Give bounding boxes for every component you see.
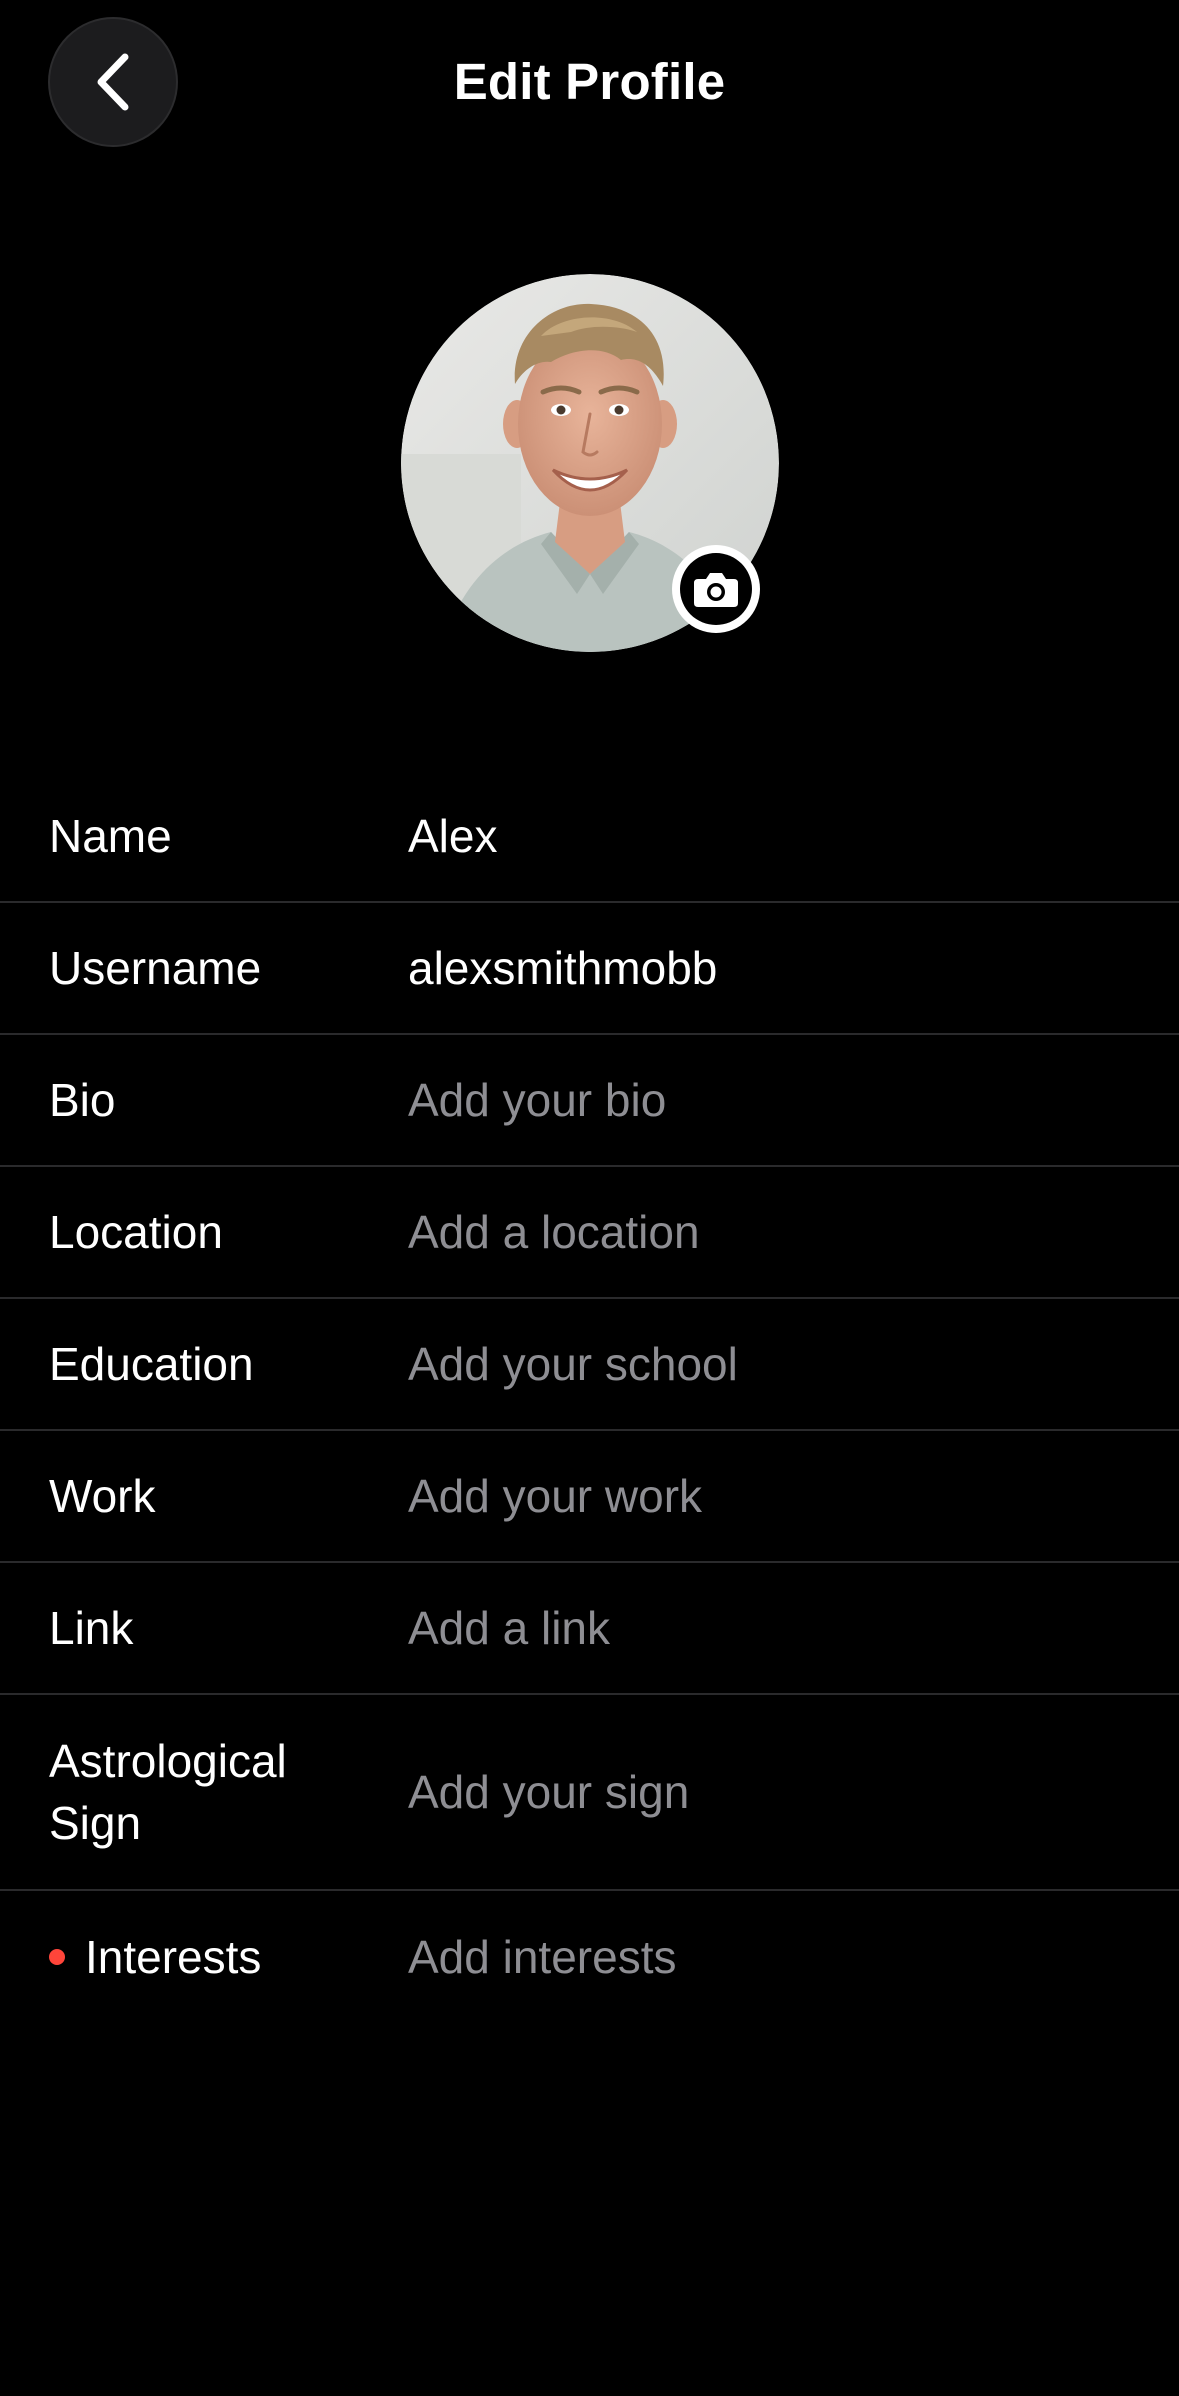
name-label: Name bbox=[49, 810, 172, 862]
link-label: Link bbox=[49, 1602, 134, 1654]
astrological-sign-field[interactable]: Add your sign bbox=[408, 1761, 1179, 1823]
interests-row[interactable]: Interests Add interests bbox=[0, 1891, 1179, 2023]
education-field[interactable]: Add your school bbox=[408, 1333, 1179, 1395]
name-row[interactable]: Name Alex bbox=[0, 771, 1179, 903]
link-field[interactable]: Add a link bbox=[408, 1597, 1179, 1659]
name-field[interactable]: Alex bbox=[408, 805, 1179, 867]
work-row[interactable]: Work Add your work bbox=[0, 1431, 1179, 1563]
required-indicator-dot bbox=[49, 1949, 65, 1965]
bio-field[interactable]: Add your bio bbox=[408, 1069, 1179, 1131]
interests-field[interactable]: Add interests bbox=[408, 1926, 1179, 1988]
astrological-sign-label: Astrological Sign bbox=[49, 1735, 287, 1849]
work-label: Work bbox=[49, 1470, 156, 1522]
location-label: Location bbox=[49, 1206, 223, 1258]
location-row[interactable]: Location Add a location bbox=[0, 1167, 1179, 1299]
work-field[interactable]: Add your work bbox=[408, 1465, 1179, 1527]
link-row[interactable]: Link Add a link bbox=[0, 1563, 1179, 1695]
header: Edit Profile bbox=[0, 0, 1179, 170]
change-photo-button[interactable] bbox=[672, 545, 760, 633]
education-label: Education bbox=[49, 1338, 254, 1390]
astrological-sign-row[interactable]: Astrological Sign Add your sign bbox=[0, 1695, 1179, 1891]
bio-label: Bio bbox=[49, 1074, 116, 1126]
camera-icon bbox=[694, 573, 738, 607]
profile-form: Name Alex Username alexsmithmobb Bio Add… bbox=[0, 771, 1179, 2023]
username-field[interactable]: alexsmithmobb bbox=[408, 937, 1179, 999]
username-label: Username bbox=[49, 942, 262, 994]
avatar-container[interactable] bbox=[401, 274, 779, 652]
education-row[interactable]: Education Add your school bbox=[0, 1299, 1179, 1431]
bio-row[interactable]: Bio Add your bio bbox=[0, 1035, 1179, 1167]
page-title: Edit Profile bbox=[453, 53, 726, 110]
interests-label: Interests bbox=[85, 1931, 262, 1983]
username-row[interactable]: Username alexsmithmobb bbox=[0, 903, 1179, 1035]
location-field[interactable]: Add a location bbox=[408, 1201, 1179, 1263]
